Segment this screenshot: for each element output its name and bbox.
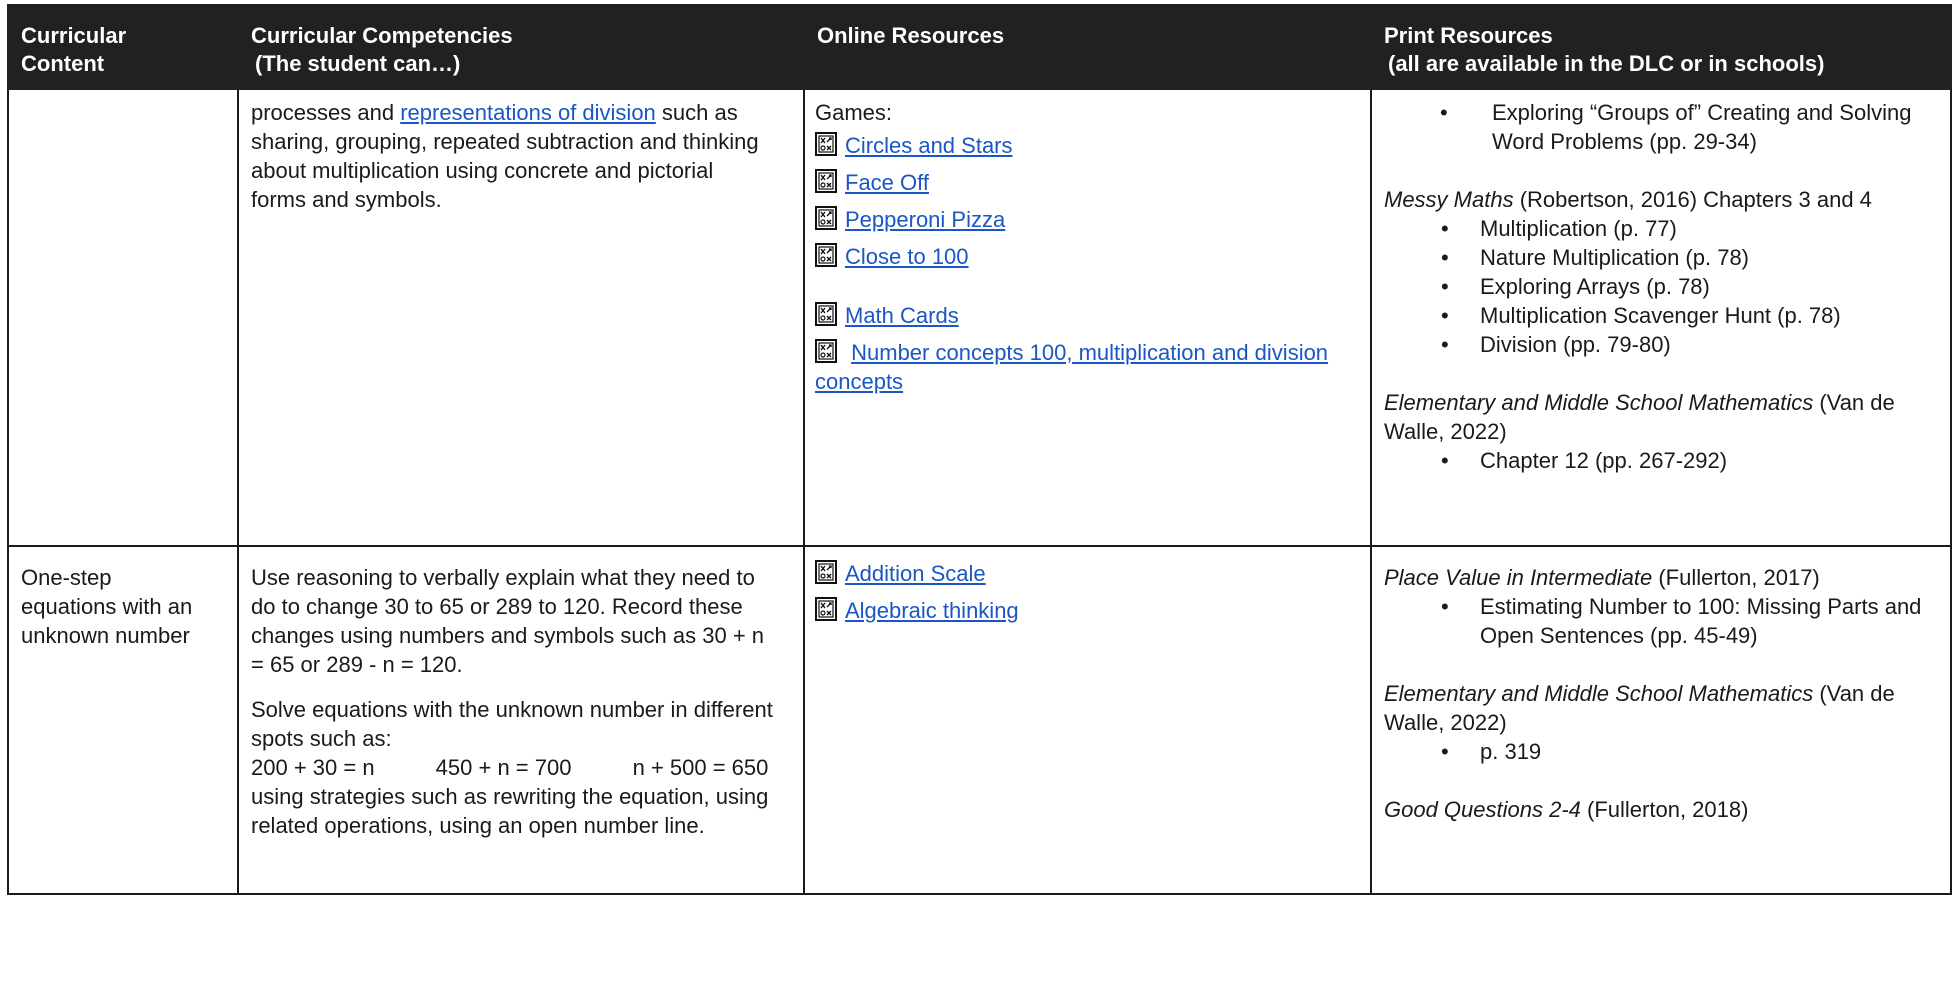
bullet-list: Multiplication (p. 77) Nature Multiplica… (1384, 214, 1938, 359)
game-link-addition-scale[interactable]: Addition Scale (845, 561, 986, 586)
games-heading: Games: (815, 100, 893, 125)
bullet-list: Chapter 12 (pp. 267-292) (1384, 446, 1938, 475)
content-cell: One-step equations with an unknown numbe… (7, 545, 239, 895)
game-link-circles-and-stars[interactable]: Circles and Stars (845, 133, 1013, 158)
table-row: One-step equations with an unknown numbe… (7, 545, 1952, 895)
bullet-list: Estimating Number to 100: Missing Parts … (1384, 592, 1938, 650)
online-resources-cell: Addition Scale Algebraic thinking (803, 545, 1372, 895)
game-link-math-cards[interactable]: Math Cards (845, 303, 959, 328)
online-resources-cell: Games: Circles and Stars Face Off Pepper… (803, 88, 1372, 547)
book-reference: Messy Maths (Robertson, 2016) Chapters 3… (1384, 187, 1872, 212)
header-curricular-competencies: Curricular Competencies (The student can… (237, 4, 805, 90)
list-item: Chapter 12 (pp. 267-292) (1384, 446, 1938, 475)
game-icon (815, 169, 837, 193)
list-item: Multiplication (p. 77) (1384, 214, 1938, 243)
book-reference: Good Questions 2-4 (Fullerton, 2018) (1384, 797, 1749, 822)
book-reference: Elementary and Middle School Mathematics… (1384, 390, 1895, 444)
game-item: Close to 100 (815, 242, 1358, 271)
list-item: Exploring Arrays (p. 78) (1384, 272, 1938, 301)
game-icon (815, 597, 837, 621)
game-item: Algebraic thinking (815, 596, 1358, 625)
game-icon (815, 302, 837, 326)
header-curricular-content: Curricular Content (7, 4, 239, 90)
print-resources-cell: Place Value in Intermediate (Fullerton, … (1370, 545, 1952, 895)
game-icon (815, 560, 837, 584)
game-icon (815, 243, 837, 267)
game-icon (815, 339, 837, 363)
game-link-number-concepts[interactable]: Number concepts 100, multiplication and … (815, 340, 1328, 394)
game-item: Math Cards (815, 301, 1358, 330)
list-item: p. 319 (1384, 737, 1938, 766)
table-row: processes and representations of divisio… (7, 88, 1952, 547)
game-link-pepperoni-pizza[interactable]: Pepperoni Pizza (845, 207, 1005, 232)
game-item: Face Off (815, 168, 1358, 197)
game-item: Addition Scale (815, 559, 1358, 588)
game-icon (815, 132, 837, 156)
game-link-close-to-100[interactable]: Close to 100 (845, 244, 969, 269)
header-row: Curricular Content Curricular Competenci… (7, 4, 1952, 90)
list-item: Estimating Number to 100: Missing Parts … (1384, 592, 1938, 650)
curriculum-table: Curricular Content Curricular Competenci… (7, 4, 1952, 895)
book-reference: Place Value in Intermediate (Fullerton, … (1384, 565, 1820, 590)
game-link-face-off[interactable]: Face Off (845, 170, 929, 195)
game-icon (815, 206, 837, 230)
list-item: Exploring “Groups of” Creating and Solvi… (1384, 98, 1938, 156)
header-print-resources: Print Resources (all are available in th… (1370, 4, 1952, 90)
game-item: Pepperoni Pizza (815, 205, 1358, 234)
print-resources-cell: Exploring “Groups of” Creating and Solvi… (1370, 88, 1952, 547)
game-item: Number concepts 100, multiplication and … (815, 338, 1358, 396)
list-item: Division (pp. 79-80) (1384, 330, 1938, 359)
competency-cell: processes and representations of divisio… (237, 88, 805, 547)
bullet-list: p. 319 (1384, 737, 1938, 766)
representations-of-division-link[interactable]: representations of division (400, 100, 656, 125)
book-reference: Elementary and Middle School Mathematics… (1384, 681, 1895, 735)
game-item: Circles and Stars (815, 131, 1358, 160)
list-item: Multiplication Scavenger Hunt (p. 78) (1384, 301, 1938, 330)
game-link-algebraic-thinking[interactable]: Algebraic thinking (845, 598, 1019, 623)
header-online-resources: Online Resources (803, 4, 1372, 90)
list-item: Nature Multiplication (p. 78) (1384, 243, 1938, 272)
bullet-list: Exploring “Groups of” Creating and Solvi… (1384, 98, 1938, 156)
content-cell (7, 88, 239, 547)
competency-cell: Use reasoning to verbally explain what t… (237, 545, 805, 895)
